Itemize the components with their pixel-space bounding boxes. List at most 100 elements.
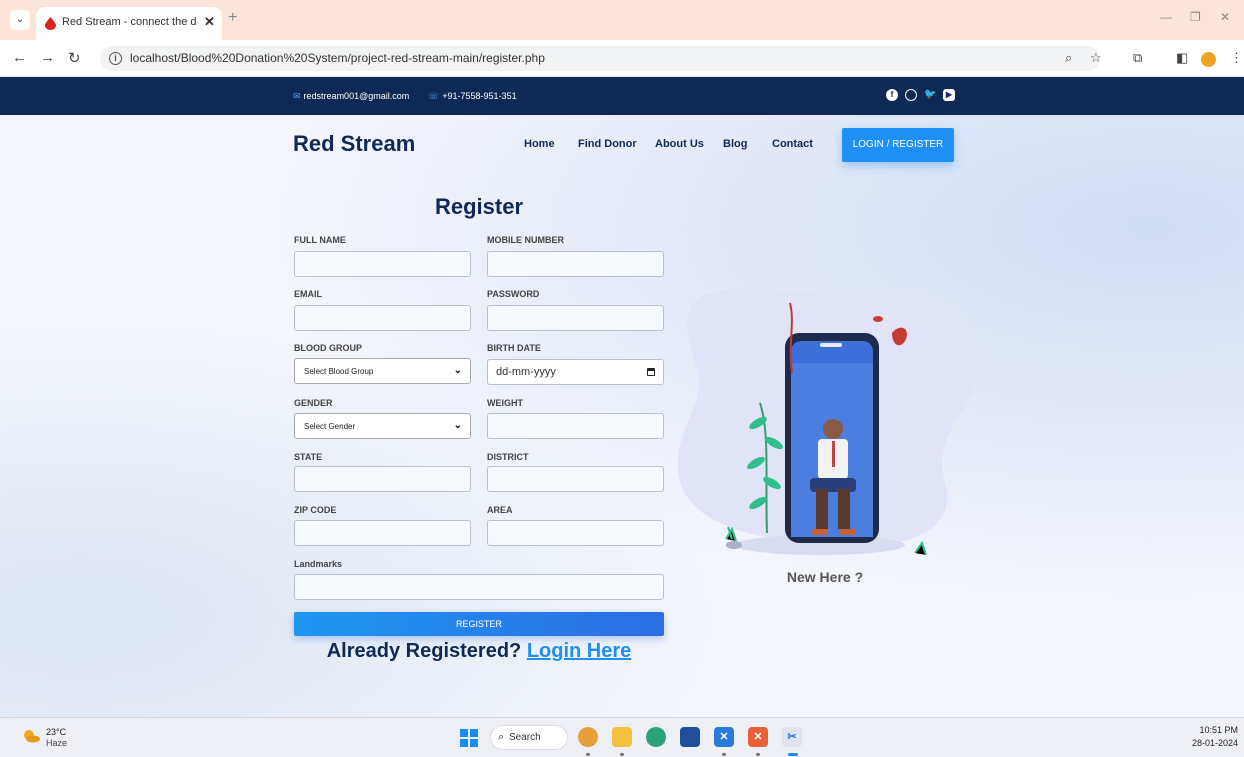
form-title: Register (434, 194, 524, 219)
full-name-input[interactable] (294, 251, 471, 277)
zip-input[interactable] (294, 520, 471, 546)
email-text: redstream001@gmail.com (303, 91, 410, 101)
explorer-running-dot (620, 753, 624, 756)
email-label: EMAIL (294, 289, 322, 299)
area-input[interactable] (487, 520, 664, 546)
omnibox[interactable]: i localhost/Blood%20Donation%20System/pr… (100, 46, 1100, 71)
taskbar-search[interactable]: ⌕ Search (490, 725, 568, 750)
bookmark-star-icon[interactable]: ☆ (1090, 50, 1102, 66)
already-registered-text: Already Registered? Login Here (294, 640, 664, 663)
forward-icon[interactable]: → (40, 49, 55, 66)
gender-label: GENDER (294, 398, 333, 408)
register-button[interactable]: REGISTER (294, 612, 664, 636)
url-text[interactable]: localhost/Blood%20Donation%20System/proj… (130, 51, 545, 65)
extensions-icon[interactable]: ⧉ (1133, 50, 1142, 66)
clock-time[interactable]: 10:51 PM (1199, 725, 1238, 735)
nav-contact[interactable]: Contact (772, 138, 813, 150)
mobile-input[interactable] (487, 251, 664, 277)
side-panel-icon[interactable]: ◧ (1176, 50, 1188, 66)
state-input[interactable] (294, 466, 471, 492)
nav-find-donor[interactable]: Find Donor (578, 138, 637, 150)
windows-start-icon[interactable] (460, 729, 478, 747)
district-label: DISTRICT (487, 452, 529, 462)
vscode-running-dot (722, 753, 726, 756)
store-icon[interactable] (680, 727, 700, 747)
district-input[interactable] (487, 466, 664, 492)
minimize-icon[interactable]: — (1160, 10, 1172, 24)
clock-date[interactable]: 28-01-2024 (1192, 738, 1238, 748)
menu-icon[interactable]: ⋮ (1230, 50, 1243, 66)
nav-about-us[interactable]: About Us (655, 138, 704, 150)
weather-temperature[interactable]: 23°C (46, 727, 66, 737)
gender-select[interactable]: Select Gender ⌄ (294, 413, 471, 439)
contact-phone[interactable]: ☏ +91-7558-951-351 (428, 91, 517, 102)
blood-drop-icon (45, 17, 56, 30)
zip-label: ZIP CODE (294, 505, 337, 515)
chevron-down-icon: ⌄ (453, 420, 462, 431)
contact-email[interactable]: ✉ redstream001@gmail.com (293, 91, 409, 102)
vscode-icon[interactable]: ✕ (714, 727, 734, 747)
phone-icon: ☏ (428, 91, 440, 101)
profile-avatar[interactable] (1201, 52, 1216, 67)
new-here-caption: New Here ? (786, 569, 864, 585)
close-icon[interactable]: ✕ (204, 14, 215, 30)
top-contact-strip: ✉ redstream001@gmail.com ☏ +91-7558-951-35… (0, 77, 1244, 115)
tab-search-button[interactable]: ⌄ (10, 10, 30, 30)
blood-group-label: BLOOD GROUP (294, 343, 363, 353)
calendar-icon[interactable] (647, 368, 655, 376)
brand-logo[interactable]: Red Stream (293, 131, 415, 157)
instagram-icon[interactable] (905, 89, 917, 101)
chrome-app-icon[interactable] (578, 727, 598, 747)
web-page: ✉ redstream001@gmail.com ☏ +91-7558-951-35… (0, 77, 1244, 717)
snipping-tool-icon[interactable]: ✂ (782, 727, 802, 747)
new-tab-button[interactable]: + (228, 9, 237, 27)
area-label: AREA (487, 505, 513, 515)
phone-text: +91-7558-951-351 (442, 91, 517, 101)
mobile-label: MOBILE NUMBER (487, 235, 564, 245)
info-icon[interactable]: i (109, 52, 122, 65)
landmarks-label: Landmarks (294, 559, 343, 569)
already-text: Already Registered? (326, 640, 522, 662)
file-explorer-icon[interactable] (612, 727, 632, 747)
weight-input[interactable] (487, 413, 664, 439)
landmarks-input[interactable] (294, 574, 664, 600)
browser-tab-bar: ⌄ Red Stream - connect the donc ✕ + — ❐ … (0, 0, 1244, 40)
weather-description[interactable]: Haze (46, 738, 67, 748)
full-name-label: FULL NAME (294, 235, 346, 245)
weight-label: WEIGHT (487, 398, 523, 408)
birth-date-label: BIRTH DATE (487, 343, 541, 353)
snipping-active-indicator (788, 753, 798, 756)
mail-icon: ✉ (293, 91, 301, 101)
chrome-running-dot (586, 753, 590, 756)
blood-group-select[interactable]: Select Blood Group ⌄ (294, 358, 471, 384)
chevron-down-icon: ⌄ (453, 365, 462, 376)
zoom-icon[interactable]: ⌕ (1065, 50, 1072, 66)
birth-date-input[interactable]: dd-mm-yyyy (487, 359, 664, 385)
xampp-icon[interactable]: ✕ (748, 727, 768, 747)
password-input[interactable] (487, 305, 664, 331)
gender-value: Select Gender (304, 422, 356, 431)
email-input[interactable] (294, 305, 471, 331)
facebook-icon[interactable]: f (886, 89, 898, 101)
edge-icon[interactable] (646, 727, 666, 747)
twitter-icon[interactable]: 🐦 (924, 89, 936, 101)
close-window-icon[interactable]: ✕ (1220, 10, 1230, 24)
nav-home[interactable]: Home (524, 138, 555, 150)
address-bar-row: ← → ↻ i localhost/Blood%20Donation%20Sys… (0, 40, 1244, 77)
reload-icon[interactable]: ↻ (68, 49, 81, 67)
login-register-button[interactable]: LOGIN / REGISTER (842, 128, 954, 162)
youtube-icon[interactable]: ▶ (943, 89, 955, 101)
phone-person-illustration (677, 288, 979, 556)
blood-group-value: Select Blood Group (304, 367, 374, 376)
state-label: STATE (294, 452, 323, 462)
restore-icon[interactable]: ❐ (1190, 10, 1201, 24)
nav-blog[interactable]: Blog (723, 138, 747, 150)
xampp-running-dot (756, 753, 760, 756)
tab-title: Red Stream - connect the donc (62, 16, 196, 28)
login-here-link[interactable]: Login Here (527, 640, 631, 662)
weather-haze-icon[interactable] (22, 729, 40, 743)
search-label: Search (509, 732, 541, 743)
back-icon[interactable]: ← (12, 49, 27, 66)
active-tab[interactable]: Red Stream - connect the donc ✕ (36, 7, 222, 40)
password-label: PASSWORD (487, 289, 540, 299)
